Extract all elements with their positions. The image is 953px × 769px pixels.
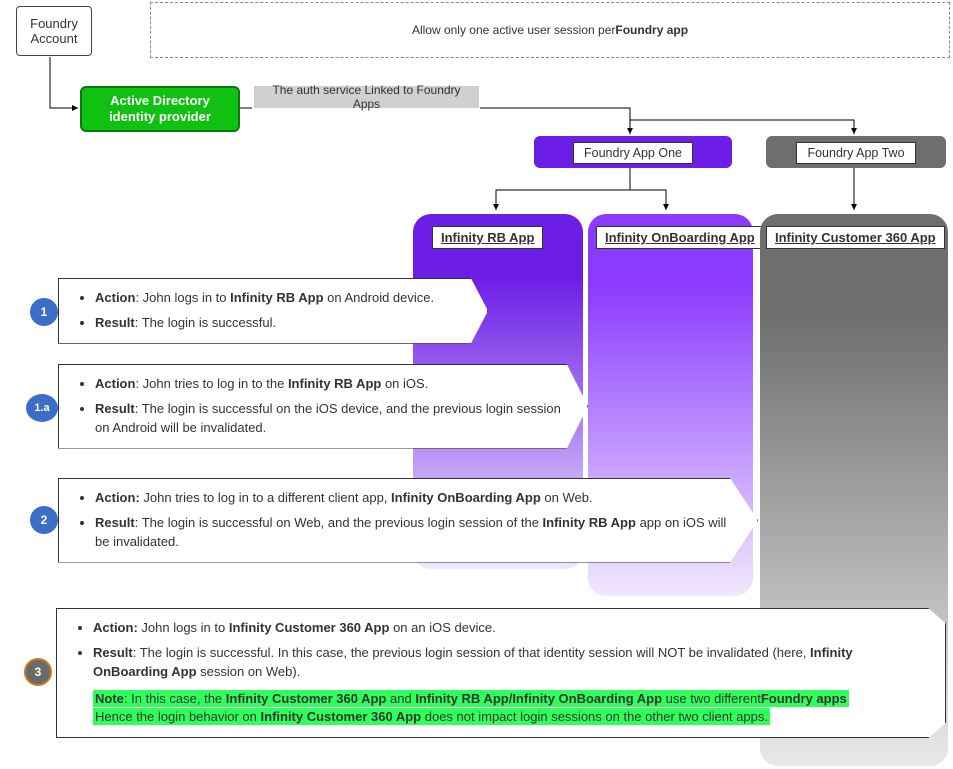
- step-1-box: Action: John logs in to Infinity RB App …: [58, 278, 488, 344]
- identity-provider-box: Active Directory identity provider: [80, 86, 240, 132]
- step-1-action: Action: John logs in to Infinity RB App …: [95, 289, 469, 308]
- step-2-badge: 2: [30, 506, 58, 534]
- auth-service-label: The auth service Linked to Foundry Apps: [254, 86, 479, 108]
- step-1a-result: Result: The login is successful on the i…: [95, 400, 569, 438]
- infinity-rb-title: Infinity RB App: [432, 226, 543, 249]
- step-2-action: Action: John tries to log in to a differ…: [95, 489, 739, 508]
- infinity-c360-title: Infinity Customer 360 App: [766, 226, 945, 249]
- step-3-result: Result: The login is successful. In this…: [93, 644, 927, 682]
- foundry-app-two-card: Foundry App Two: [766, 136, 946, 168]
- foundry-app-one-title: Foundry App One: [573, 142, 693, 164]
- step-1a-action: Action: John tries to log in to the Infi…: [95, 375, 569, 394]
- step-1a-box: Action: John tries to log in to the Infi…: [58, 364, 588, 449]
- foundry-account-label: Foundry Account: [27, 16, 81, 46]
- step-1-badge: 1: [30, 298, 58, 326]
- session-rule-box: Allow only one active user session perFo…: [150, 2, 950, 58]
- step-1-result: Result: The login is successful.: [95, 314, 469, 333]
- step-3-action: Action: John logs in to Infinity Custome…: [93, 619, 927, 638]
- step-3-note: Note: In this case, the Infinity Custome…: [93, 690, 927, 728]
- identity-provider-label: Active Directory identity provider: [92, 93, 228, 124]
- step-3-badge: 3: [24, 658, 52, 686]
- step-2-box: Action: John tries to log in to a differ…: [58, 478, 758, 563]
- foundry-app-two-title: Foundry App Two: [796, 142, 915, 164]
- step-3-box: Action: John logs in to Infinity Custome…: [56, 608, 946, 738]
- foundry-account-box: Foundry Account: [16, 6, 92, 56]
- step-1a-badge: 1.a: [26, 394, 58, 422]
- step-2-result: Result: The login is successful on Web, …: [95, 514, 739, 552]
- foundry-app-one-card: Foundry App One: [534, 136, 732, 168]
- session-rule-text: Allow only one active user session perFo…: [412, 23, 688, 37]
- infinity-onboarding-title: Infinity OnBoarding App: [596, 226, 764, 249]
- auth-service-text: The auth service Linked to Foundry Apps: [262, 83, 471, 111]
